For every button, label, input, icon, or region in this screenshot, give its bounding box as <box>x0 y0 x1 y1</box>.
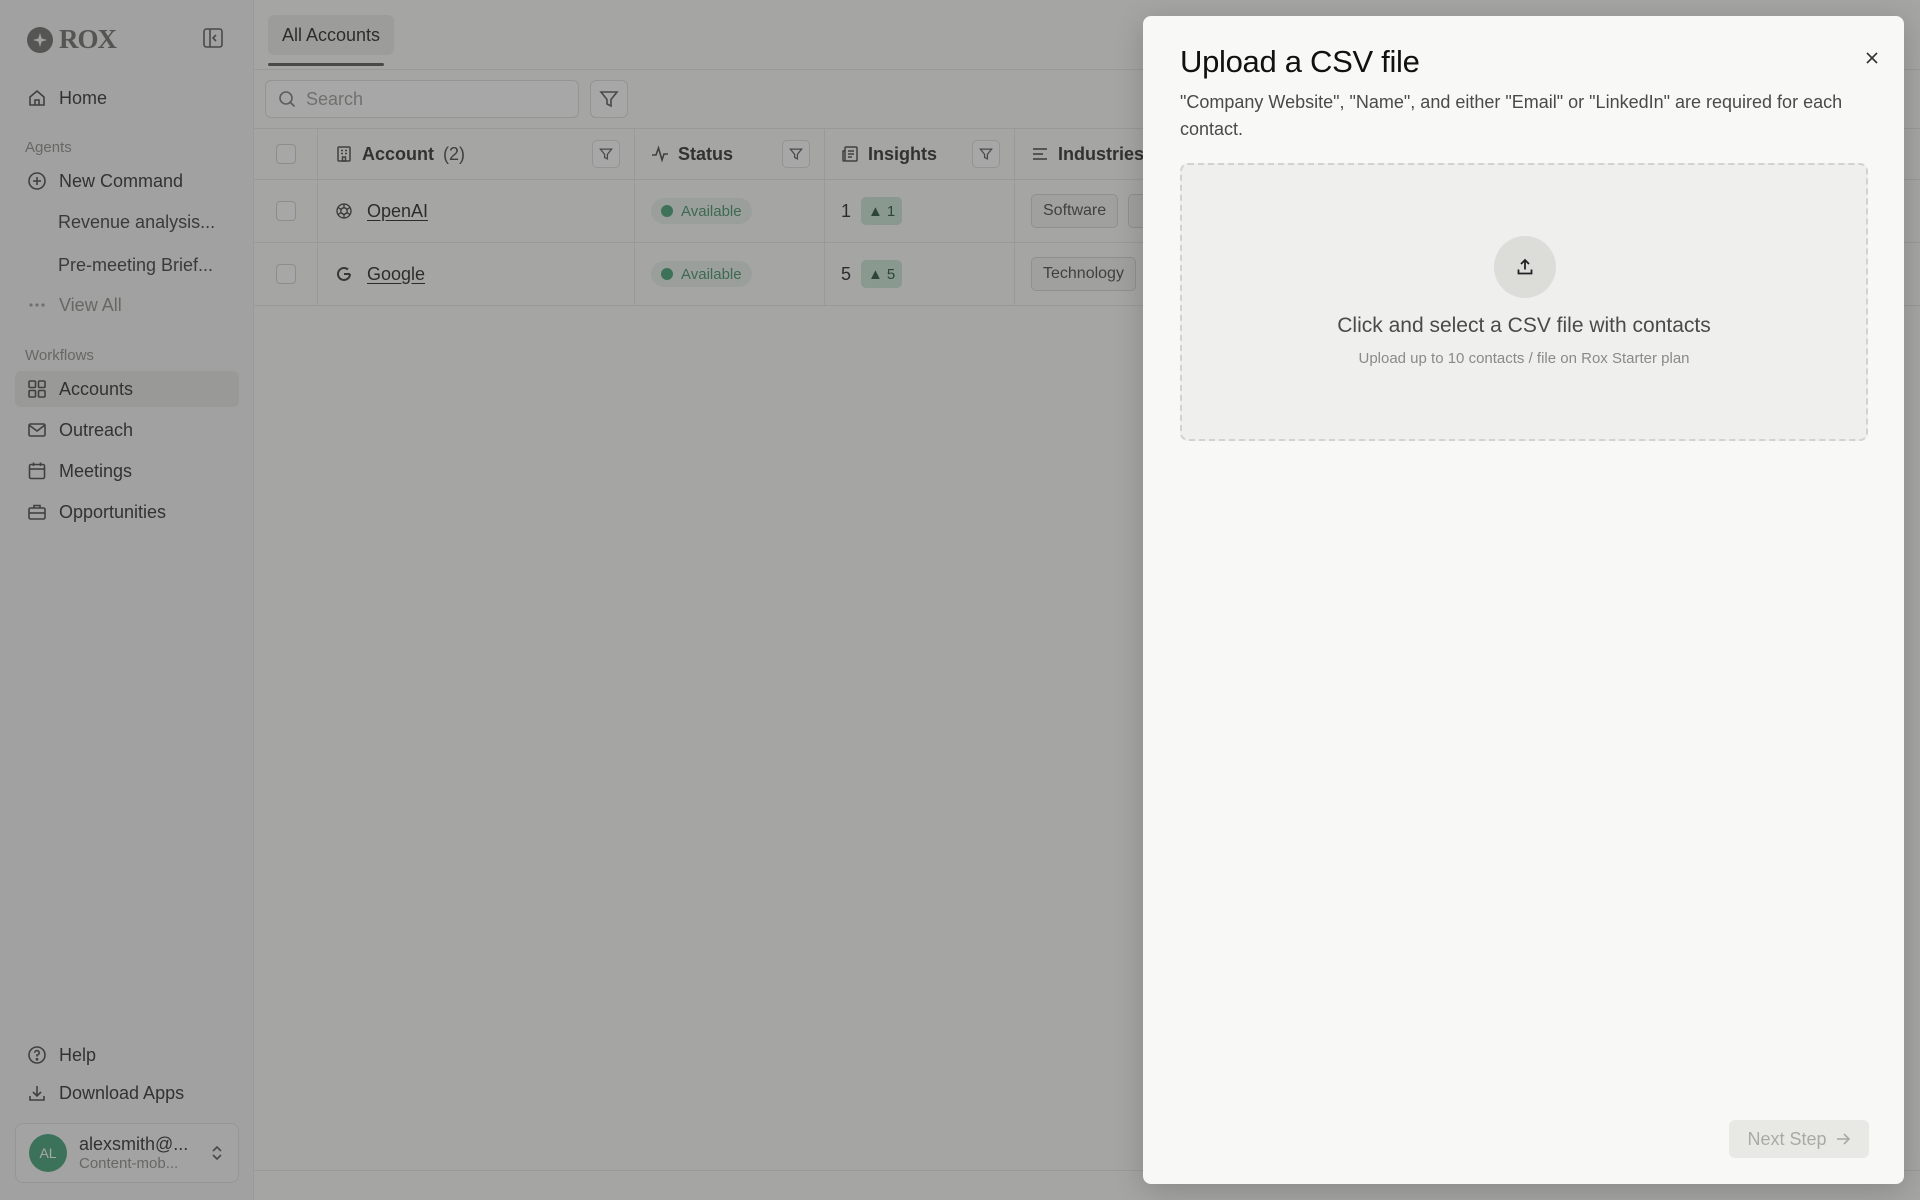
panel-title: Upload a CSV file <box>1180 44 1420 79</box>
csv-dropzone[interactable]: Click and select a CSV file with contact… <box>1180 163 1868 441</box>
panel-description: "Company Website", "Name", and either "E… <box>1180 92 1843 139</box>
close-icon <box>1866 52 1878 64</box>
arrow-right-icon <box>1836 1133 1850 1145</box>
close-button[interactable] <box>1857 43 1887 73</box>
upload-button[interactable] <box>1494 236 1556 298</box>
next-step-label: Next Step <box>1747 1128 1827 1149</box>
dropzone-title: Click and select a CSV file with contact… <box>1337 314 1711 337</box>
dropzone-subtitle: Upload up to 10 contacts / file on Rox S… <box>1358 350 1690 367</box>
next-step-button[interactable]: Next Step <box>1729 1120 1869 1158</box>
upload-icon <box>1517 258 1533 275</box>
upload-csv-panel: Upload a CSV file "Company Website", "Na… <box>1143 16 1904 1184</box>
